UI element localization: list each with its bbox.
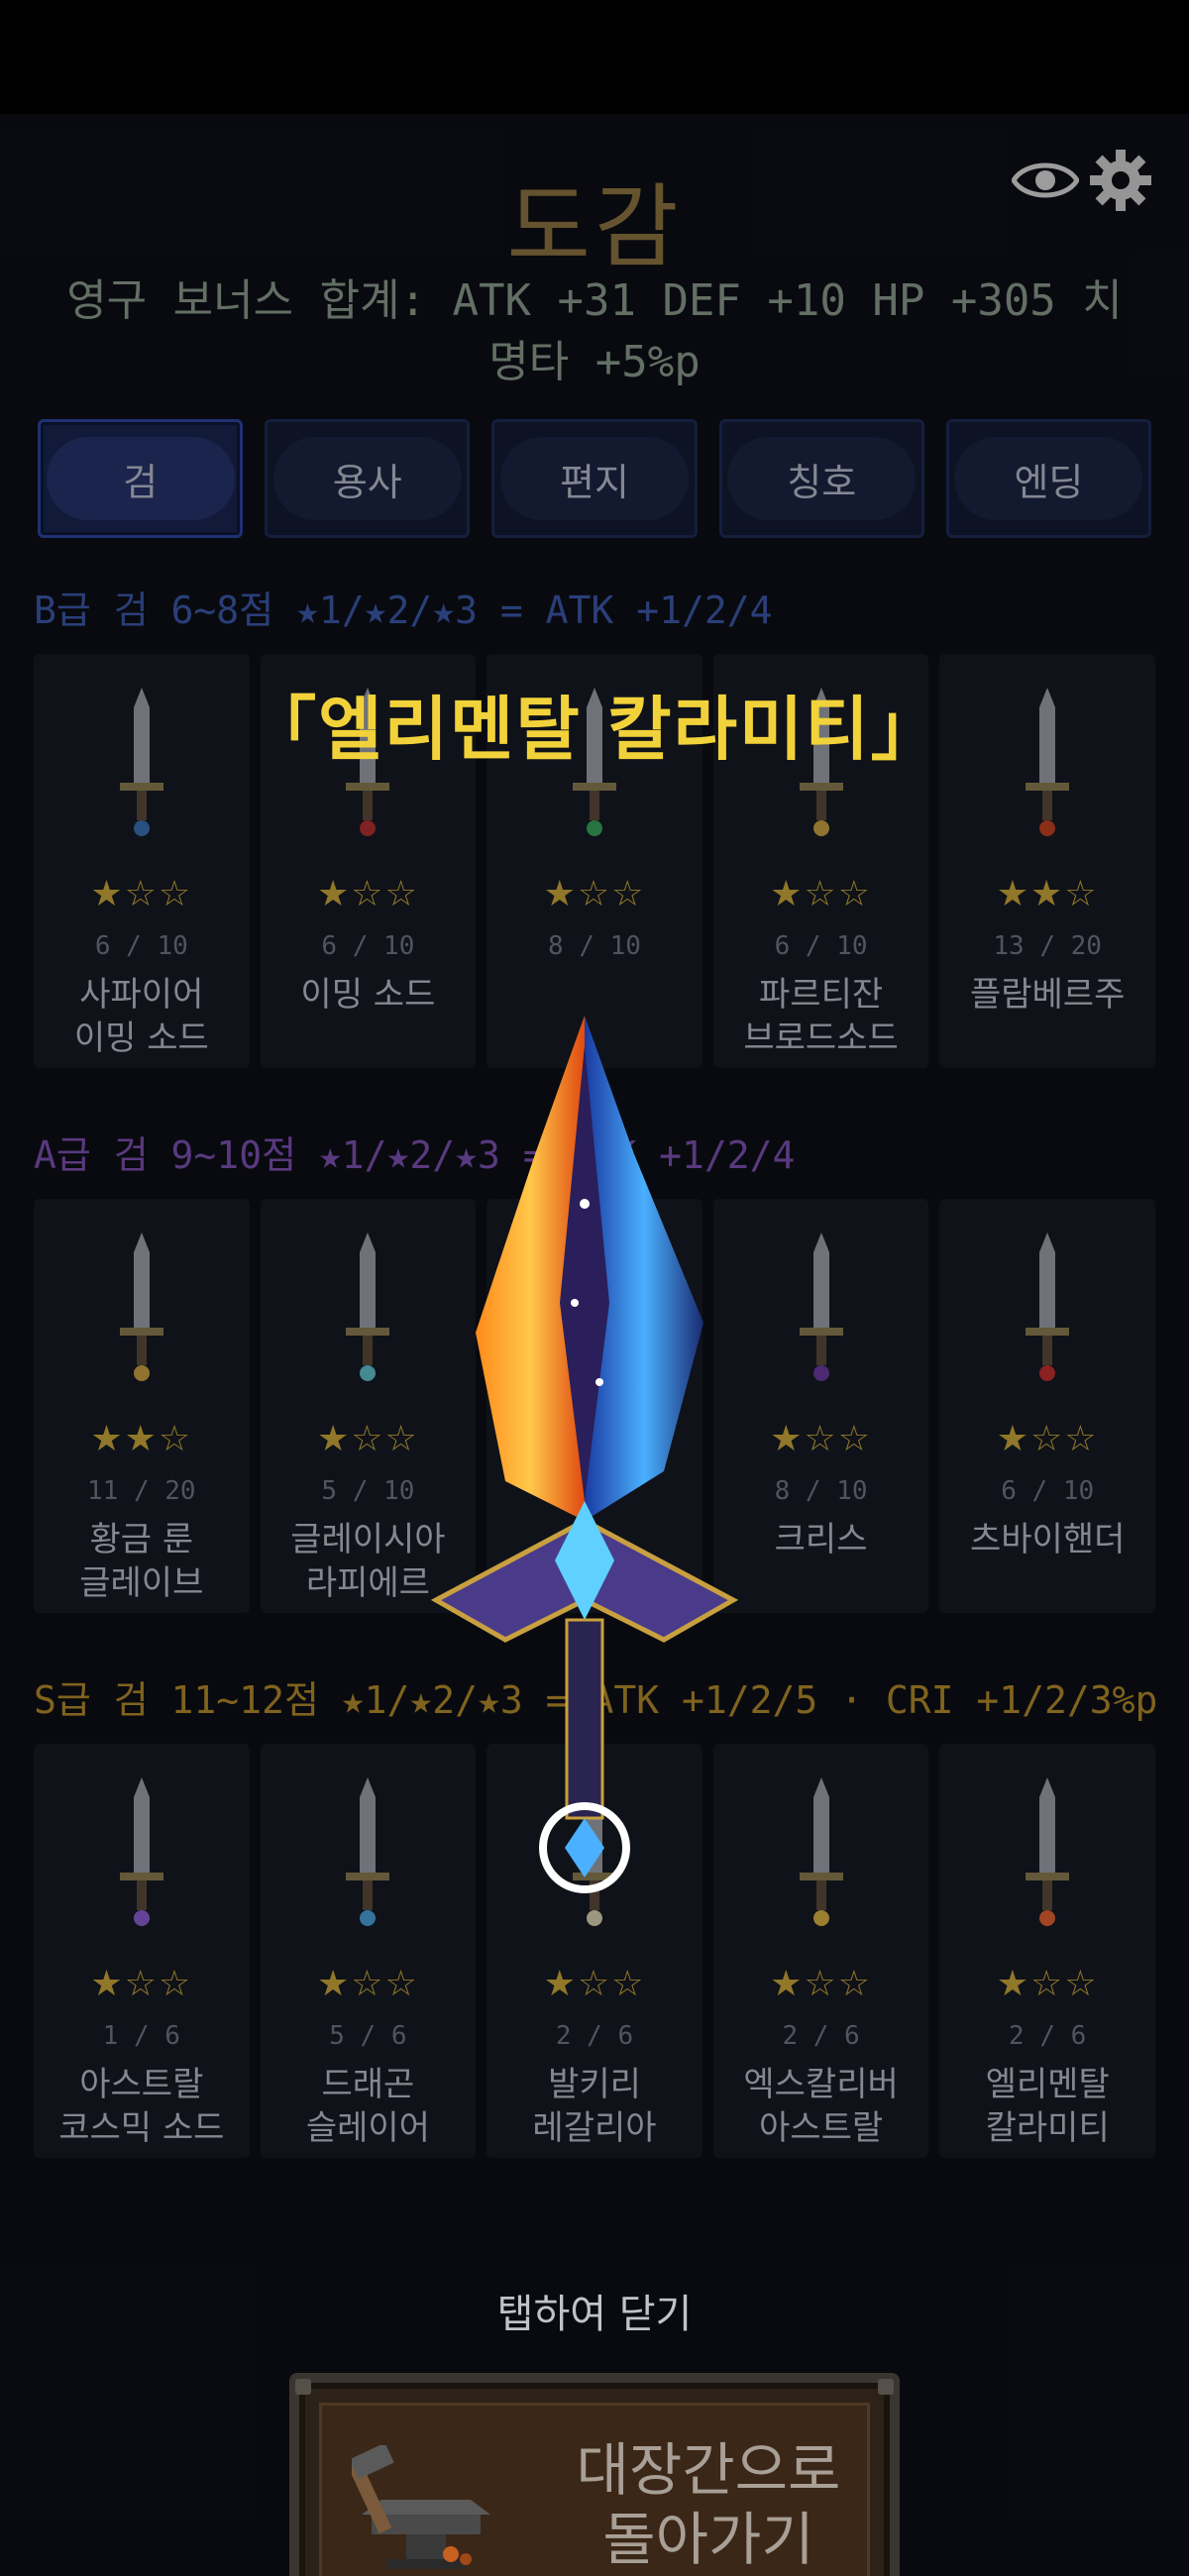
tab-3[interactable]: 칭호 [718,419,924,538]
sword-name: 엑스칼리버 아스트랄 [743,2065,899,2148]
collection-count: 8 / 10 [548,931,641,961]
forge-button-label: 대장간으로 돌아가기 [576,2436,841,2573]
sword-name: 사파이어 이밍 소드 [73,975,209,1058]
star-rating: ★☆☆ [316,1964,419,2004]
selected-sword-image [430,1016,739,1893]
sword-card[interactable]: ★★☆ 11 / 20 황금 룬 글레이브 [34,1199,250,1613]
collection-count: 2 / 6 [555,2021,634,2051]
collection-count: 11 / 20 [87,1476,196,1506]
tab-label: 편지 [500,437,689,520]
sword-name: 발키리 레갈리아 [532,2065,657,2148]
star-rating: ★☆☆ [543,874,646,914]
collection-count: 13 / 20 [993,931,1102,961]
selected-sword-name: 「엘리멘탈 칼라미티」 [247,689,942,770]
sword-icon [1026,1233,1070,1381]
sword-name: 플람베르주 [969,975,1126,1015]
collection-count: 1 / 6 [102,2021,180,2051]
star-rating: ★☆☆ [770,1964,872,2004]
star-rating: ★☆☆ [996,1419,1099,1459]
tab-label: 칭호 [727,437,917,520]
collection-count: 6 / 10 [774,931,868,961]
star-rating: ★★☆ [996,874,1099,914]
collection-count: 2 / 6 [1009,2021,1087,2051]
collection-count: 6 / 10 [94,931,188,961]
sword-card[interactable]: ★☆☆ 2 / 6 엘리멘탈 칼라미티 [939,1744,1155,2158]
sword-icon [119,1777,163,1926]
tab-label: 엔딩 [954,437,1143,520]
star-rating: ★☆☆ [770,874,872,914]
sword-name: 황금 룬 글레이브 [79,1520,204,1603]
collection-count: 2 / 6 [782,2021,860,2051]
sword-icon [1026,1777,1070,1926]
star-rating: ★☆☆ [316,874,419,914]
sword-name: 드래곤 슬레이어 [305,2065,430,2148]
sword-icon [119,1233,163,1381]
gear-icon[interactable] [1086,146,1155,215]
sword-card[interactable]: ★☆☆ 6 / 10 츠바이핸더 [939,1199,1155,1613]
star-rating: ★☆☆ [543,1964,646,2004]
tab-2[interactable]: 편지 [491,419,698,538]
eye-icon[interactable] [1011,146,1080,215]
tab-1[interactable]: 용사 [265,419,471,538]
star-rating: ★☆☆ [90,874,193,914]
tab-0[interactable]: 검 [38,419,244,538]
tap-to-close-hint[interactable]: 탭하여 닫기 [0,2282,1189,2339]
return-to-forge-button[interactable]: 대장간으로 돌아가기 [289,2373,900,2576]
tab-label: 용사 [272,437,462,520]
tab-label: 검 [46,437,235,520]
collection-count: 6 / 10 [1001,1476,1095,1506]
collection-screen: 도감 영구 보너스 합계: ATK +31 DEF +10 HP +305 치명… [0,114,1189,2576]
permanent-bonus-summary: 영구 보너스 합계: ATK +31 DEF +10 HP +305 치명타 +… [66,275,1123,387]
sword-icon [799,1233,843,1381]
star-rating: ★☆☆ [90,1964,193,2004]
sword-name: 엘리멘탈 칼라미티 [985,2065,1110,2148]
anvil-icon [352,2445,490,2569]
sword-icon [346,1233,390,1381]
star-rating: ★★☆ [90,1419,193,1459]
sword-icon [799,1777,843,1926]
collection-count: 5 / 6 [329,2021,407,2051]
tab-4[interactable]: 엔딩 [945,419,1152,538]
star-rating: ★☆☆ [996,1964,1099,2004]
section-title: B급 검 6~8점 ★1/★2/★3 = ATK +1/2/4 [34,589,773,632]
sword-icon [346,1777,390,1926]
sword-card[interactable]: ★☆☆ 1 / 6 아스트랄 코스믹 소드 [34,1744,250,2158]
sword-name: 아스트랄 코스믹 소드 [58,2065,225,2148]
collection-count: 6 / 10 [321,931,415,961]
status-bar [0,0,1189,114]
category-tabs: 검 용사 편지 칭호 엔딩 [38,419,1152,538]
sword-name: 츠바이핸더 [969,1520,1126,1559]
